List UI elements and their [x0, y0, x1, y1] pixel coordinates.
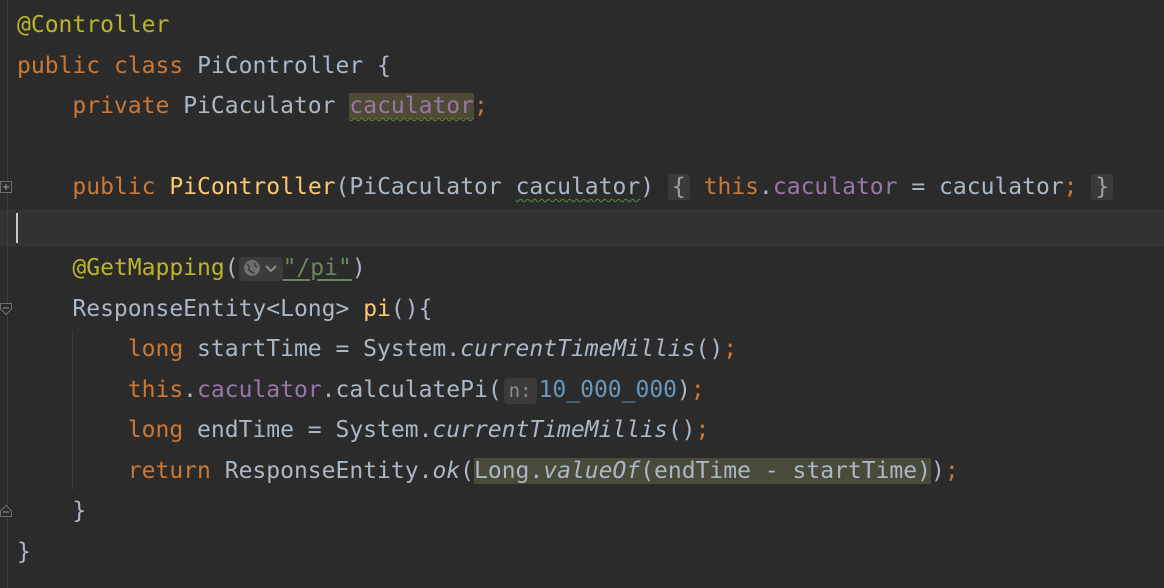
keyword: this	[127, 377, 184, 403]
semicolon: ;	[690, 377, 705, 403]
brace: }	[17, 539, 31, 565]
static-call: currentTimeMillis	[460, 336, 696, 362]
code-line-12[interactable]: return ResponseEntity.ok(Long.valueOf(en…	[17, 451, 959, 491]
parameter-hint: n:	[503, 377, 537, 404]
brace: }	[72, 498, 87, 524]
code-line-1[interactable]: @Controller	[17, 5, 169, 45]
code-line-10[interactable]: this.caculator.calculatePi(n: 10_000_000)…	[17, 370, 705, 410]
code-line-2[interactable]: public class PiController {	[17, 46, 391, 86]
class-ref: ResponseEntity.	[210, 458, 433, 484]
semicolon: ;	[695, 417, 710, 443]
fold-icon[interactable]	[0, 303, 12, 315]
paren: (	[460, 458, 474, 484]
call-args: (endTime - startTime)	[640, 458, 931, 484]
keyword: return	[127, 458, 211, 484]
code-line-5[interactable]: public PiController(PiCaculator caculato…	[17, 167, 1114, 207]
code-line-9[interactable]: long startTime = System.currentTimeMilli…	[17, 329, 737, 369]
keyword: public	[17, 53, 101, 79]
dot: .	[759, 174, 773, 200]
static-call: currentTimeMillis	[432, 417, 668, 443]
paren: )	[640, 174, 655, 200]
code-line-13[interactable]: }	[17, 491, 86, 531]
dot: .	[183, 377, 198, 403]
code-line-3[interactable]: private PiCaculator caculator;	[17, 86, 488, 126]
class-ref: Long.	[474, 458, 544, 484]
code-line-7[interactable]: @GetMapping( "/pi")	[17, 248, 366, 288]
method-call: .calculatePi(	[321, 377, 502, 403]
number-literal: 10_000_000	[538, 377, 678, 403]
keyword: private	[72, 93, 170, 119]
type-name: PiCaculator	[349, 174, 502, 200]
annotation: @Controller	[17, 12, 170, 38]
code-line-11[interactable]: long endTime = System.currentTimeMillis(…	[17, 410, 710, 450]
method-tail: (){	[390, 296, 433, 322]
semicolon: ;	[1063, 174, 1078, 200]
keyword: class	[113, 53, 184, 79]
fold-icon[interactable]	[0, 181, 12, 193]
paren: )	[351, 255, 366, 281]
static-call: ok	[432, 458, 461, 484]
semicolon: ;	[474, 93, 488, 119]
field-name[interactable]: caculator	[349, 93, 474, 119]
code-editor[interactable]: @Controller public class PiController { …	[0, 0, 1164, 588]
brace: {	[377, 53, 391, 79]
static-call: valueOf	[543, 458, 641, 484]
keyword: long	[127, 417, 184, 443]
paren: (	[335, 174, 350, 200]
declaration: endTime = System.	[183, 417, 433, 443]
paren: )	[677, 377, 691, 403]
semicolon: ;	[944, 458, 959, 484]
code-line-8[interactable]: ResponseEntity<Long> pi(){	[17, 289, 432, 329]
parameter-name[interactable]: caculator	[516, 174, 641, 200]
folded-brace-open[interactable]: {	[667, 174, 690, 200]
text-caret	[16, 213, 18, 243]
paren: (	[224, 255, 239, 281]
field-name: caculator	[197, 377, 322, 403]
keyword: long	[127, 336, 184, 362]
call-parens: ()	[667, 417, 696, 443]
type-name: PiCaculator	[183, 93, 336, 119]
annotation: @GetMapping	[72, 255, 225, 281]
field-name: caculator	[772, 174, 898, 200]
paren: )	[930, 458, 945, 484]
return-type: ResponseEntity<Long>	[72, 296, 350, 322]
current-line-highlight	[0, 209, 1164, 247]
parameter-ref: caculator	[939, 174, 1064, 200]
declaration: startTime = System.	[183, 336, 461, 362]
folded-brace-close[interactable]: }	[1091, 174, 1114, 200]
code-line-14[interactable]: }	[17, 532, 31, 572]
globe-icon	[243, 260, 260, 276]
constructor-name: PiController	[169, 174, 336, 200]
class-name: PiController	[197, 53, 364, 79]
gutter-divider	[7, 0, 8, 588]
call-parens: ()	[695, 336, 724, 362]
method-name: pi	[363, 296, 391, 322]
fold-icon[interactable]	[0, 505, 12, 517]
endpoint-chip[interactable]	[238, 256, 283, 281]
url-string[interactable]: "/pi"	[283, 255, 352, 281]
chevron-down-icon	[264, 265, 277, 273]
highlighted-expression[interactable]: Long.valueOf(endTime - startTime)	[474, 458, 931, 484]
semicolon: ;	[723, 336, 738, 362]
keyword: this	[703, 174, 760, 200]
assign-operator: =	[897, 174, 940, 200]
keyword: public	[72, 174, 156, 200]
